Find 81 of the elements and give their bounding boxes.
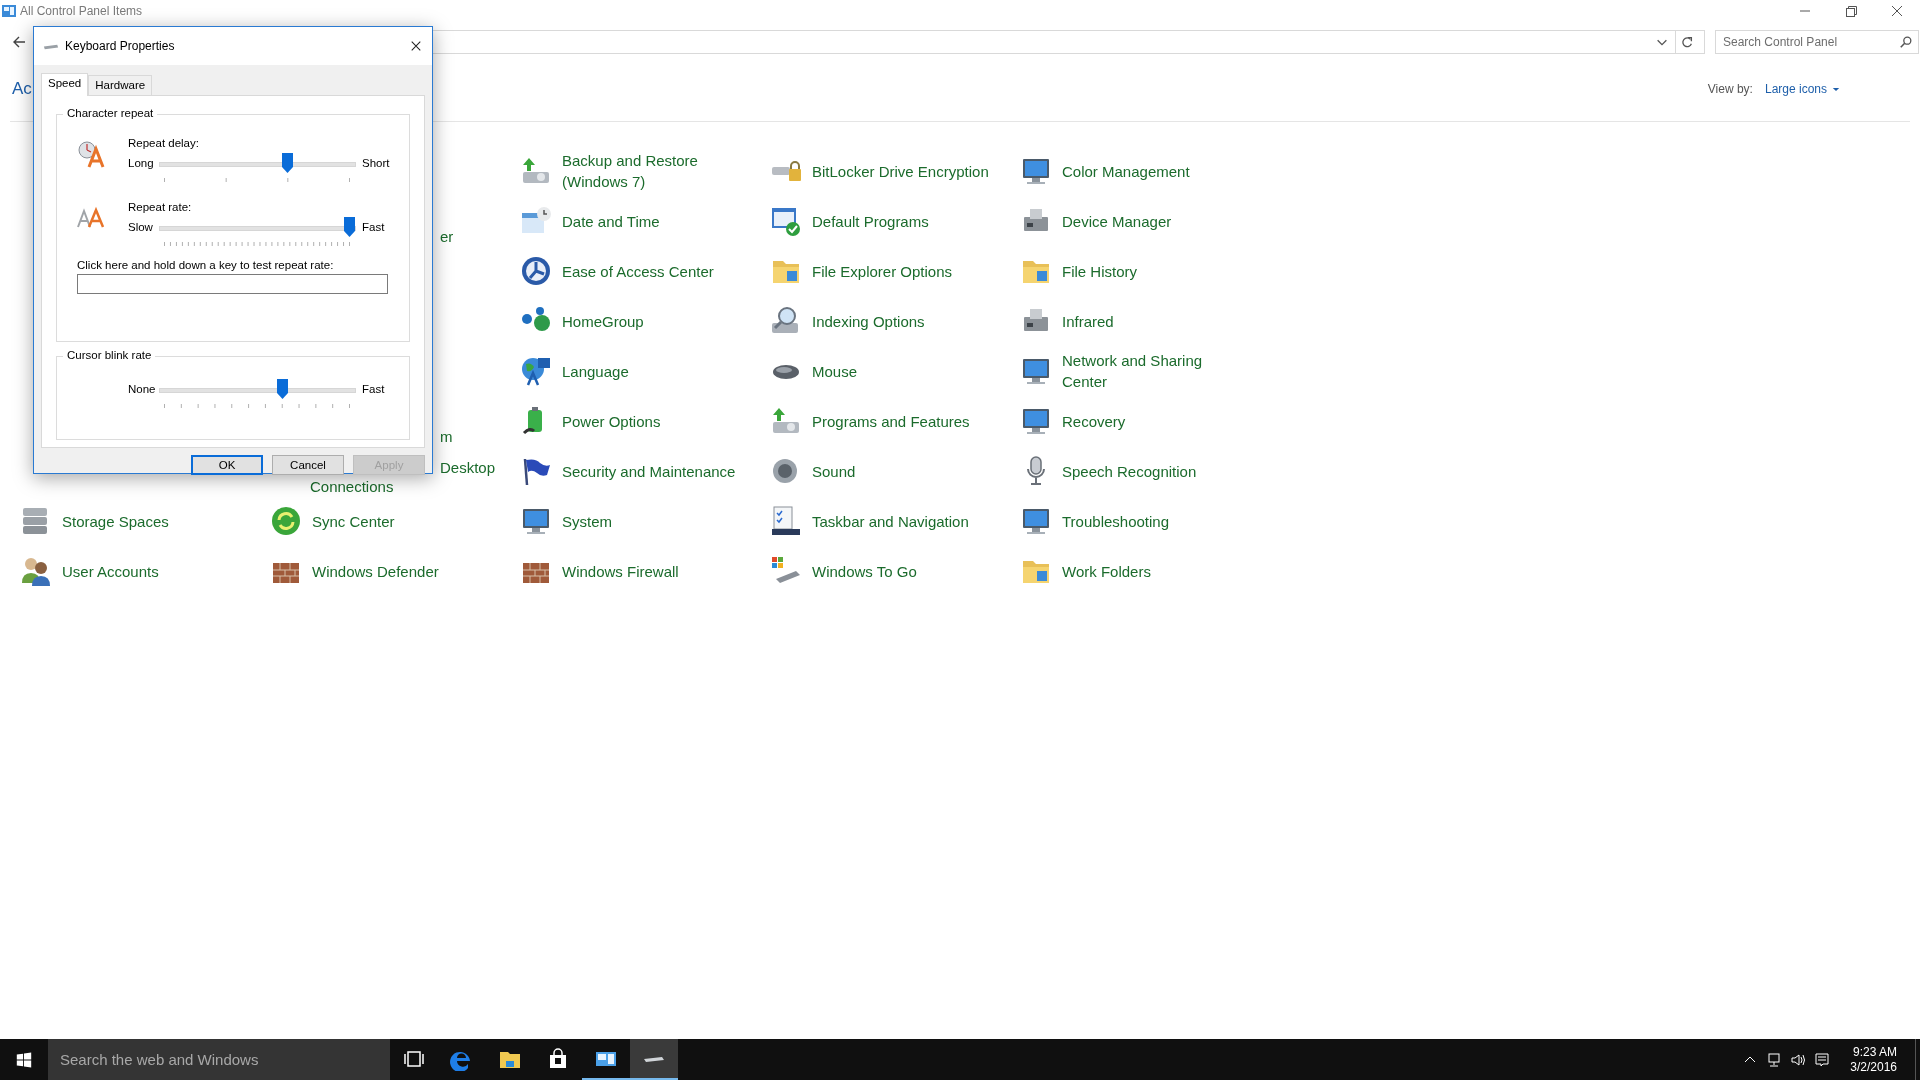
- control-panel-link[interactable]: Color Management: [1062, 160, 1190, 182]
- dialog-button[interactable]: Cancel: [272, 455, 344, 475]
- control-panel-link[interactable]: Indexing Options: [812, 310, 925, 332]
- taskbar-button[interactable]: [630, 1039, 678, 1080]
- test-input-field[interactable]: [77, 274, 388, 294]
- control-panel-link[interactable]: Default Programs: [812, 210, 929, 232]
- clock-time[interactable]: 9:23 AM: [1852, 1044, 1897, 1060]
- sync-icon: [270, 505, 302, 537]
- tab[interactable]: Hardware: [88, 75, 153, 95]
- globe-icon: [520, 355, 552, 387]
- control-panel-link[interactable]: File History: [1062, 260, 1137, 282]
- close-button[interactable]: [410, 40, 422, 52]
- control-panel-link[interactable]: Sound: [812, 460, 856, 482]
- control-panel-link[interactable]: Desktop: [440, 458, 496, 477]
- view-by-label: View by:: [1707, 82, 1753, 96]
- clock-date[interactable]: 3/2/2016: [1850, 1059, 1897, 1075]
- search-field[interactable]: Search Control Panel: [1715, 30, 1919, 54]
- notification-icon[interactable]: [1814, 1051, 1831, 1068]
- control-panel-link[interactable]: Storage Spaces: [62, 510, 169, 532]
- control-panel-link[interactable]: File Explorer Options: [812, 260, 953, 282]
- control-panel-link[interactable]: System: [562, 510, 612, 532]
- control-panel-link[interactable]: Language: [562, 360, 629, 382]
- slider-min-label: Long: [128, 157, 155, 169]
- keyboard-icon: [644, 1056, 664, 1062]
- control-panel-link[interactable]: m: [440, 427, 453, 446]
- control-panel-link[interactable]: Device Manager: [1062, 210, 1172, 232]
- volume-icon[interactable]: [1790, 1051, 1807, 1068]
- control-panel-link[interactable]: Programs and Features: [812, 410, 970, 432]
- control-panel-link[interactable]: BitLocker Drive Encryption: [812, 160, 989, 182]
- dialog-title: Keyboard Properties: [65, 39, 175, 53]
- search-icon: [1899, 35, 1913, 49]
- control-panel-link[interactable]: Network and Sharing Center: [1062, 350, 1203, 392]
- slider-min-label: Slow: [128, 221, 154, 233]
- windows-start-button[interactable]: [15, 1050, 33, 1069]
- checklist-icon: [770, 505, 802, 537]
- control-panel-link[interactable]: Speech Recognition: [1062, 460, 1197, 482]
- stopwatch-letter-icon: [77, 139, 107, 169]
- control-panel-link[interactable]: HomeGroup: [562, 310, 644, 332]
- group-title: Cursor blink rate: [63, 349, 156, 361]
- control-panel-icon: [1, 3, 17, 19]
- network-icon[interactable]: [1766, 1051, 1783, 1068]
- caret-icon: [1832, 86, 1840, 92]
- window-check-icon: [770, 205, 802, 237]
- taskbar-search-field[interactable]: Search the web and Windows: [48, 1039, 390, 1080]
- control-panel-link[interactable]: Security and Maintenance: [562, 460, 736, 482]
- slider-min-label: None: [128, 383, 157, 395]
- control-panel-link[interactable]: Recovery: [1062, 410, 1126, 432]
- page-heading: Ac: [12, 79, 32, 99]
- slider-thumb[interactable]: [344, 217, 355, 237]
- control-panel-link[interactable]: Backup and Restore (Windows 7): [562, 150, 698, 192]
- slider-label: Repeat delay:: [128, 137, 200, 149]
- slider-thumb[interactable]: [282, 153, 294, 173]
- slider-max-label: Fast: [362, 383, 385, 395]
- slider-max-label: Short: [362, 157, 390, 169]
- control-panel-link[interactable]: User Accounts: [62, 560, 159, 582]
- control-panel-link[interactable]: Power Options: [562, 410, 661, 432]
- back-button[interactable]: [11, 34, 27, 50]
- test-prompt: Click here and hold down a key to test repeat rate:: [77, 259, 335, 271]
- slider-label: Repeat rate:: [128, 201, 193, 213]
- control-panel-link[interactable]: Infrared: [1062, 310, 1114, 332]
- control-panel-link[interactable]: Taskbar and Navigation: [812, 510, 969, 532]
- control-panel-link[interactable]: Date and Time: [562, 210, 660, 232]
- slider-max-label: Fast: [362, 221, 385, 233]
- window-title: All Control Panel Items: [20, 4, 143, 18]
- group-title: Character repeat: [63, 107, 158, 119]
- control-panel-link[interactable]: Troubleshooting: [1062, 510, 1169, 532]
- slider-thumb[interactable]: [276, 379, 288, 399]
- control-panel-link[interactable]: er: [440, 227, 454, 246]
- control-panel-link[interactable]: Windows Firewall: [562, 560, 679, 582]
- tab[interactable]: Speed: [41, 73, 89, 96]
- control-panel-link[interactable]: Work Folders: [1062, 560, 1151, 582]
- users-icon: [20, 555, 52, 587]
- control-panel-link[interactable]: Windows Defender: [312, 560, 439, 582]
- control-panel-link[interactable]: Mouse: [812, 360, 858, 382]
- dialog-button[interactable]: OK: [191, 455, 263, 475]
- view-mode-dropdown[interactable]: Large icons: [1764, 82, 1840, 96]
- dial-icon: [520, 255, 552, 287]
- control-panel-link[interactable]: Connections: [310, 477, 394, 496]
- control-panel-link[interactable]: Windows To Go: [812, 560, 917, 582]
- control-panel-link[interactable]: Ease of Access Center: [562, 260, 714, 282]
- control-panel-link[interactable]: Sync Center: [312, 510, 395, 532]
